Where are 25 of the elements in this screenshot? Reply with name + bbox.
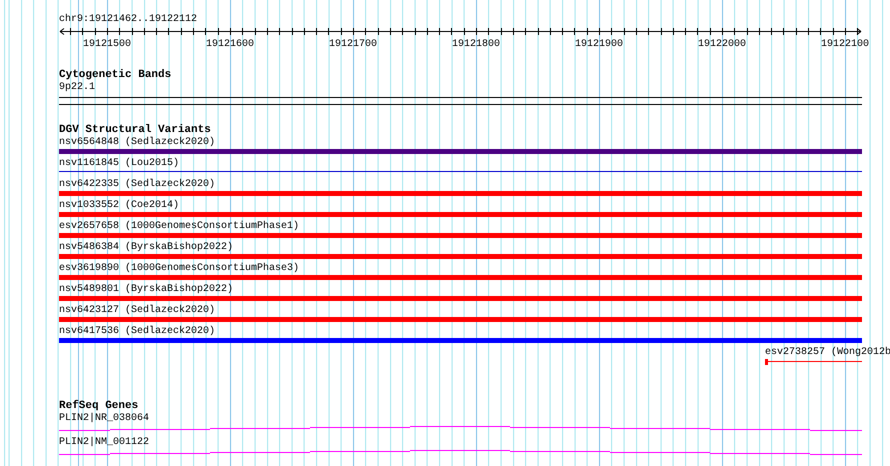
variant-label: nsv6564848 (Sedlazeck2020): [59, 137, 216, 149]
tick-label: 19121700: [329, 39, 377, 50]
location-label: chr9:19121462..19122112: [59, 14, 198, 26]
variant-label: nsv1033552 (Coe2014): [59, 200, 180, 212]
gene-label: PLIN2|NM_001122: [59, 437, 150, 449]
variant-label: nsv5486384 (ByrskaBishop2022): [59, 242, 234, 254]
gene-label: PLIN2|NR_038064: [59, 413, 150, 425]
track-title: RefSeq Genes: [59, 400, 138, 412]
variant-label: esv2738257 (Wong2012b: [765, 347, 890, 359]
variant-label: nsv6423127 (Sedlazeck2020): [59, 305, 216, 317]
variant-label: nsv5489801 (ByrskaBishop2022): [59, 284, 234, 296]
tick-label: 19121800: [452, 39, 500, 50]
variant-label: nsv6417536 (Sedlazeck2020): [59, 326, 216, 338]
variant-label: nsv6422335 (Sedlazeck2020): [59, 179, 216, 191]
variant-label: esv3619890 (1000GenomesConsortiumPhase3): [59, 263, 300, 275]
variant-label: esv2657658 (1000GenomesConsortiumPhase1): [59, 221, 300, 233]
tick-label: 19122000: [698, 39, 746, 50]
track-title: DGV Structural Variants: [59, 124, 211, 136]
tick-label: 19121500: [83, 39, 131, 50]
variant-label: nsv1161845 (Lou2015): [59, 158, 180, 170]
tick-label: 19121900: [575, 39, 623, 50]
tick-label: 19121600: [206, 39, 254, 50]
band-label: 9p22.1: [59, 82, 96, 94]
tick-label: 19122100: [821, 39, 869, 50]
track-title: Cytogenetic Bands: [59, 69, 172, 81]
